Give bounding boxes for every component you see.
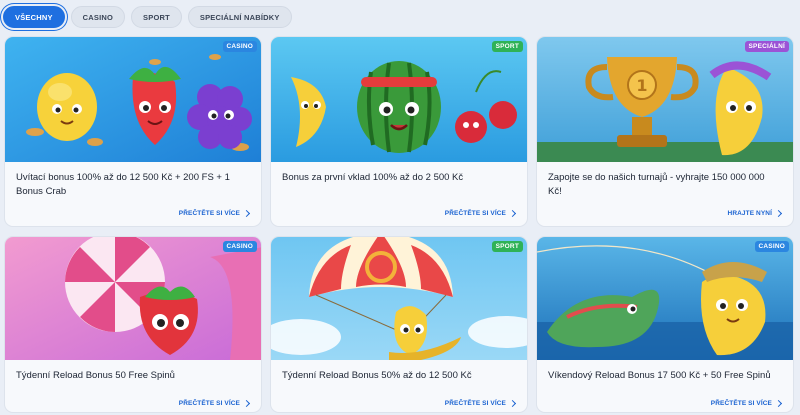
tab-all[interactable]: VŠECHNY <box>3 6 65 28</box>
category-badge: CASINO <box>754 241 789 252</box>
promo-title: Bonus za první vklad 100% až do 2 500 Kč <box>282 172 464 183</box>
promo-card[interactable]: 1 SPECIÁLNÍ Zapojte se do našich turnajů… <box>536 36 794 227</box>
chevron-right-icon <box>508 209 517 218</box>
category-tabs: VŠECHNY CASINO SPORT SPECIÁLNÍ NABÍDKY <box>3 6 292 28</box>
promo-card[interactable]: CASINO Týdenní Reload Bonus 50 Free Spin… <box>4 236 262 413</box>
promo-image-trophy: 1 <box>537 37 793 162</box>
link-label: PŘEČTĚTE SI VÍCE <box>178 400 240 407</box>
promo-title: Týdenní Reload Bonus 50% až do 12 500 Kč <box>282 370 472 381</box>
link-label: PŘEČTĚTE SI VÍCE <box>444 210 506 217</box>
chevron-right-icon <box>242 209 251 218</box>
promo-image-fruits <box>5 37 261 162</box>
chevron-right-icon <box>242 399 251 408</box>
category-badge: CASINO <box>222 241 257 252</box>
category-badge: SPORT <box>491 41 523 52</box>
promo-card[interactable]: CASINO Uvítací bonus 100% až do 12 500 K… <box>4 36 262 227</box>
promo-image-candy <box>5 237 261 360</box>
link-label: PŘEČTĚTE SI VÍCE <box>710 400 772 407</box>
chevron-right-icon <box>774 209 783 218</box>
promo-card[interactable]: CASINO Víkendový Reload Bonus 17 500 Kč … <box>536 236 794 413</box>
link-label: PŘEČTĚTE SI VÍCE <box>178 210 240 217</box>
promo-title: Zapojte se do našich turnajů - vyhrajte … <box>548 172 765 197</box>
promo-image-watermelon <box>271 37 527 162</box>
read-more-link[interactable]: PŘEČTĚTE SI VÍCE <box>710 399 783 408</box>
chevron-right-icon <box>508 399 517 408</box>
read-more-link[interactable]: PŘEČTĚTE SI VÍCE <box>444 399 517 408</box>
read-more-link[interactable]: PŘEČTĚTE SI VÍCE <box>178 209 251 218</box>
category-badge: CASINO <box>222 41 257 52</box>
promo-title: Uvítací bonus 100% až do 12 500 Kč + 200… <box>16 172 230 197</box>
tab-casino[interactable]: CASINO <box>70 6 126 28</box>
chevron-right-icon <box>774 399 783 408</box>
svg-text:1: 1 <box>636 76 647 95</box>
category-badge: SPECIÁLNÍ <box>744 41 789 52</box>
read-more-link[interactable]: PŘEČTĚTE SI VÍCE <box>444 209 517 218</box>
promo-title: Týdenní Reload Bonus 50 Free Spinů <box>16 370 175 381</box>
promo-card[interactable]: SPORT Týdenní Reload Bonus 50% až do 12 … <box>270 236 528 413</box>
tab-sport[interactable]: SPORT <box>131 6 182 28</box>
link-label: PŘEČTĚTE SI VÍCE <box>444 400 506 407</box>
promo-grid: CASINO Uvítací bonus 100% až do 12 500 K… <box>4 36 794 413</box>
tab-special-offers[interactable]: SPECIÁLNÍ NABÍDKY <box>187 6 292 28</box>
promo-title: Víkendový Reload Bonus 17 500 Kč + 50 Fr… <box>548 370 771 381</box>
promo-image-parachute <box>271 237 527 360</box>
play-now-link[interactable]: HRAJTE NYNÍ <box>727 209 783 218</box>
category-badge: SPORT <box>491 241 523 252</box>
read-more-link[interactable]: PŘEČTĚTE SI VÍCE <box>178 399 251 408</box>
promo-image-fishing <box>537 237 793 360</box>
link-label: HRAJTE NYNÍ <box>727 210 772 217</box>
promo-card[interactable]: SPORT Bonus za první vklad 100% až do 2 … <box>270 36 528 227</box>
